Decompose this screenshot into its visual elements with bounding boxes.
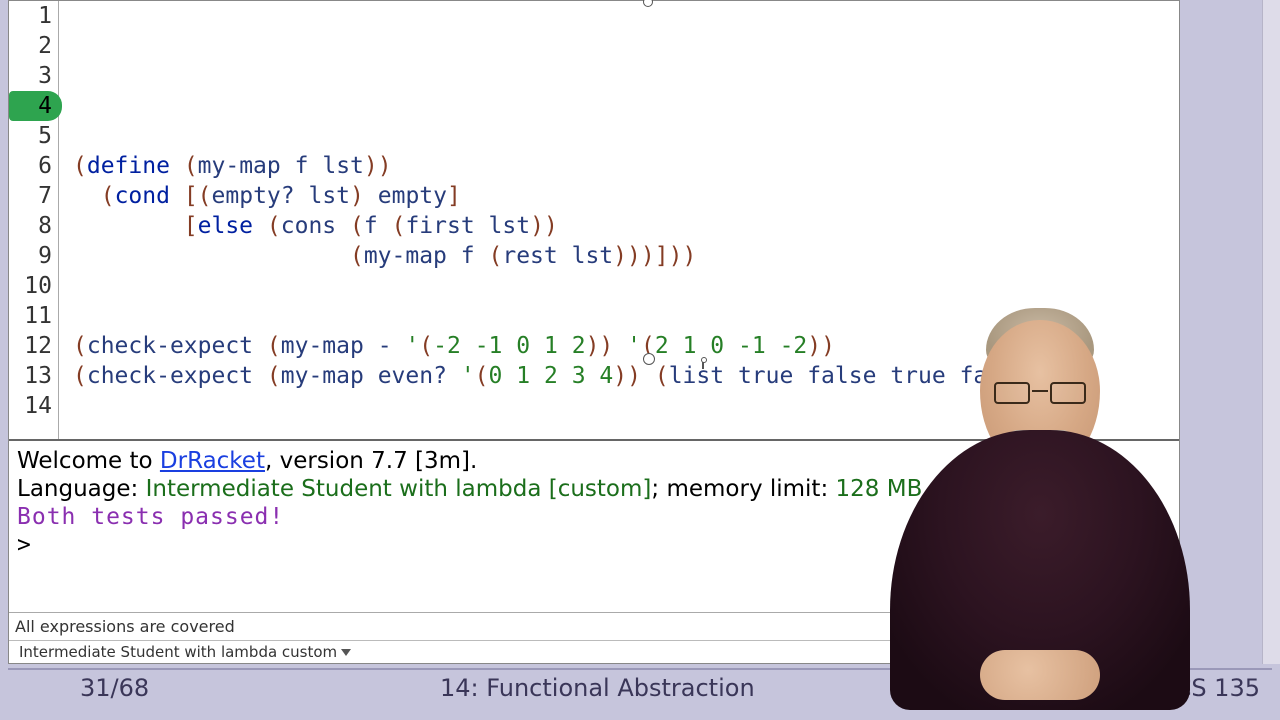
line-number[interactable]: 12 xyxy=(9,331,58,361)
line-number[interactable]: 4 xyxy=(9,91,62,121)
line-number[interactable]: 3 xyxy=(9,61,58,91)
code-line[interactable]: (cond [(empty? lst) empty] xyxy=(73,181,1179,211)
chevron-down-icon xyxy=(341,649,351,656)
coverage-status-bar: All expressions are covered xyxy=(9,613,1179,641)
code-line[interactable] xyxy=(73,91,1179,121)
slide-counter: 31/68 xyxy=(80,674,360,702)
code-line[interactable] xyxy=(73,301,1179,331)
drracket-link[interactable]: DrRacket xyxy=(160,448,265,474)
code-line[interactable]: (check-expect (my-map - '(-2 -1 0 1 2)) … xyxy=(73,331,1179,361)
code-line[interactable] xyxy=(73,121,1179,151)
repl-language-line: Language: Intermediate Student with lamb… xyxy=(17,475,1171,503)
repl-language: Intermediate Student with lambda [custom… xyxy=(146,476,652,502)
code-line[interactable]: (define (my-map f lst)) xyxy=(73,151,1179,181)
line-number[interactable]: 10 xyxy=(9,271,58,301)
repl-memory-limit: 128 MB xyxy=(836,476,923,502)
language-selector-label: Intermediate Student with lambda custom xyxy=(19,643,337,661)
repl-text: Welcome to xyxy=(17,448,160,474)
slide-course: CS 135 xyxy=(1175,674,1260,702)
cursor-marker-icon xyxy=(643,353,655,365)
code-line[interactable] xyxy=(73,271,1179,301)
repl-welcome-line: Welcome to DrRacket, version 7.7 [3m]. xyxy=(17,447,1171,475)
code-line[interactable]: [else (cons (f (first lst)) xyxy=(73,211,1179,241)
code-line[interactable] xyxy=(73,31,1179,61)
cursor-marker-icon xyxy=(699,357,707,369)
code-editor[interactable]: (define (my-map f lst)) (cond [(empty? l… xyxy=(59,1,1179,439)
line-number[interactable]: 2 xyxy=(9,31,58,61)
line-number-gutter[interactable]: 1234567891011121314 xyxy=(9,1,59,439)
line-number[interactable]: 5 xyxy=(9,121,58,151)
slide-footer: 31/68 14: Functional Abstraction CS 135 xyxy=(8,668,1272,706)
line-number[interactable]: 8 xyxy=(9,211,58,241)
code-line[interactable] xyxy=(73,391,1179,421)
line-number[interactable]: 1 xyxy=(9,1,58,31)
repl-text: . xyxy=(922,476,929,502)
repl-text: , version 7.7 [3m]. xyxy=(265,448,477,474)
line-number[interactable]: 13 xyxy=(9,361,58,391)
repl-prompt[interactable]: > xyxy=(17,531,1171,559)
code-line[interactable] xyxy=(73,1,1179,31)
scrollbar-track[interactable] xyxy=(1262,0,1280,664)
repl-text: Language: xyxy=(17,476,146,502)
editor-pane[interactable]: 1234567891011121314 (define (my-map f ls… xyxy=(9,1,1179,441)
line-number[interactable]: 7 xyxy=(9,181,58,211)
code-line[interactable]: (my-map f (rest lst)))])) xyxy=(73,241,1179,271)
repl-test-result: Both tests passed! xyxy=(17,503,1171,531)
line-number[interactable]: 6 xyxy=(9,151,58,181)
line-number[interactable]: 11 xyxy=(9,301,58,331)
ide-window: 1234567891011121314 (define (my-map f ls… xyxy=(8,0,1180,664)
repl-text: ; memory limit: xyxy=(651,476,835,502)
language-selector[interactable]: Intermediate Student with lambda custom xyxy=(9,641,1179,663)
line-number[interactable]: 9 xyxy=(9,241,58,271)
code-line[interactable] xyxy=(73,61,1179,91)
repl-pane[interactable]: Welcome to DrRacket, version 7.7 [3m]. L… xyxy=(9,441,1179,613)
slide-title: 14: Functional Abstraction xyxy=(440,674,1175,702)
code-line[interactable]: (check-expect (my-map even? '(0 1 2 3 4)… xyxy=(73,361,1179,391)
line-number[interactable]: 14 xyxy=(9,391,58,421)
